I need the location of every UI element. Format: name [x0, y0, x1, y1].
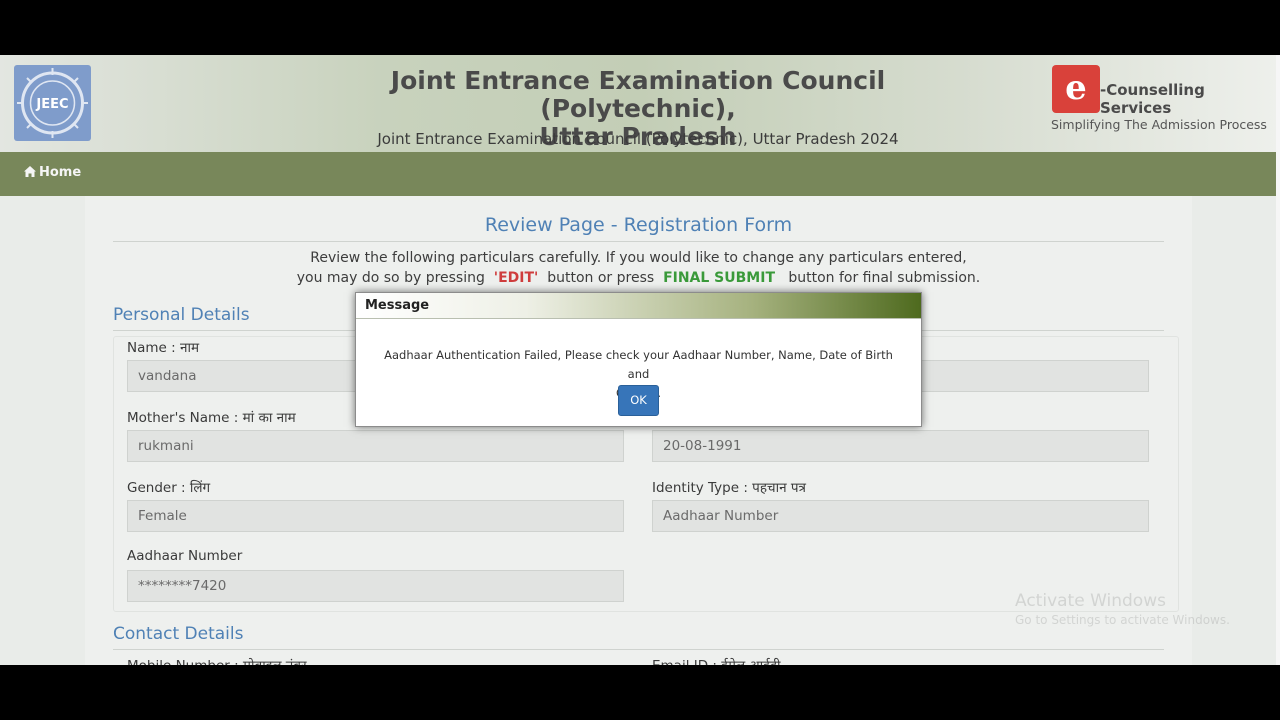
e-counselling-tagline: Simplifying The Admission Process [1051, 117, 1267, 132]
nav-home-label: Home [39, 165, 82, 180]
mother-name-field[interactable]: rukmani [127, 430, 624, 462]
message-dialog: Message Aadhaar Authentication Failed, P… [355, 292, 922, 427]
dob-field[interactable]: 20-08-1991 [652, 430, 1149, 462]
site-header: JEEC Joint Entrance Examination Council … [0, 55, 1280, 152]
activate-windows-watermark: Activate Windows [1015, 591, 1166, 611]
e-counselling-logo: e [1052, 65, 1100, 113]
jeec-logo: JEEC [14, 65, 91, 141]
e-counselling-name: -Counselling Services [1100, 81, 1205, 117]
contact-details-heading: Contact Details [113, 624, 244, 644]
browser-viewport: JEEC Joint Entrance Examination Council … [0, 55, 1280, 665]
identity-type-field[interactable]: Aadhaar Number [652, 500, 1149, 532]
name-label: Name : नाम [127, 340, 200, 356]
aadhaar-field[interactable]: ********7420 [127, 570, 624, 602]
gender-field[interactable]: Female [127, 500, 624, 532]
header-title-line1: Joint Entrance Examination Council (Poly… [390, 66, 886, 123]
title-divider [113, 241, 1164, 242]
activate-windows-hint: Go to Settings to activate Windows. [1015, 613, 1230, 627]
dialog-header[interactable]: Message [356, 293, 921, 319]
letterbox-bottom [0, 665, 1280, 720]
personal-details-heading: Personal Details [113, 305, 250, 325]
main-navbar: Home [0, 152, 1276, 196]
ok-button[interactable]: OK [618, 385, 659, 416]
instructions-line1: Review the following particulars careful… [310, 250, 967, 266]
contact-divider [113, 649, 1164, 650]
final-submit-keyword: FINAL SUBMIT [663, 270, 775, 286]
home-icon [24, 166, 36, 177]
instructions-text-a: you may do so by pressing [296, 270, 485, 286]
dialog-message-line1: Aadhaar Authentication Failed, Please ch… [384, 348, 893, 381]
instructions-text-b: button or press [547, 270, 655, 286]
page-title: Review Page - Registration Form [484, 214, 793, 236]
dialog-title: Message [365, 298, 430, 313]
aadhaar-label: Aadhaar Number [127, 548, 243, 564]
identity-type-label: Identity Type : पहचान पत्र [652, 480, 806, 496]
gender-label: Gender : लिंग [127, 480, 211, 496]
scrollbar-edge[interactable] [1276, 55, 1280, 665]
svg-text:JEEC: JEEC [35, 97, 68, 112]
letterbox-top [0, 0, 1280, 55]
mother-name-label: Mother's Name : मां का नाम [127, 410, 296, 426]
email-label: Email ID : ईमेल आईडी [652, 656, 781, 665]
header-subtitle: Joint Entrance Examination Council (Poly… [377, 130, 899, 148]
edit-keyword: 'EDIT' [493, 270, 539, 286]
nav-home-link[interactable]: Home [24, 165, 81, 180]
instructions-text-c: button for final submission. [788, 270, 981, 286]
instructions-line2: you may do so by pressing 'EDIT' button … [85, 268, 1192, 288]
mobile-label: Mobile Number : मोबाइल नंबर [127, 656, 307, 665]
review-instructions: Review the following particulars careful… [85, 248, 1192, 288]
